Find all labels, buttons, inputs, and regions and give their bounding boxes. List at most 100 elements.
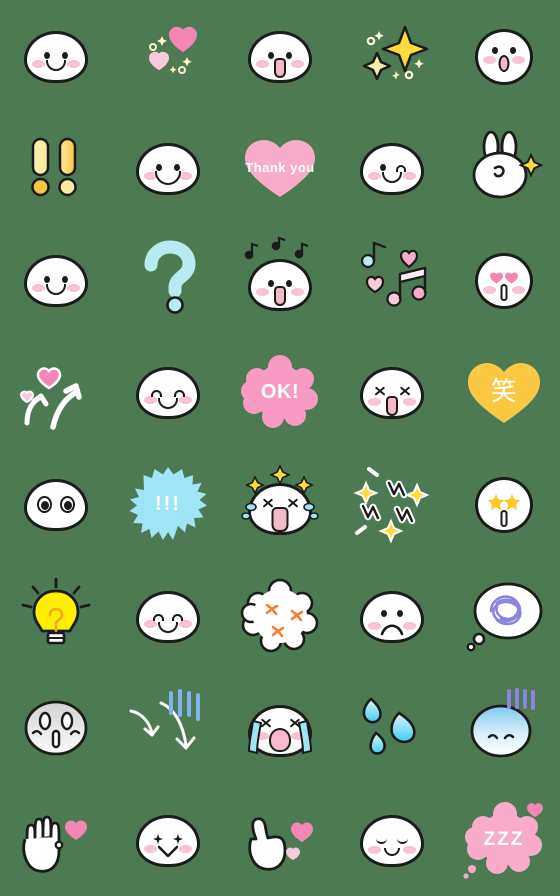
face-blob: [24, 255, 88, 307]
emoji-cell-pink-hearts-sparkle[interactable]: [112, 0, 224, 112]
grin-face: [125, 125, 211, 211]
heart-eye-right: [505, 272, 518, 284]
emoji-cell-sobbing-face[interactable]: [224, 672, 336, 784]
sparkle-eyes-face: [125, 797, 211, 883]
sad-frown-face: [349, 573, 435, 659]
emoji-cell-sweat-drops[interactable]: [336, 672, 448, 784]
exclamation-burst: !!!: [125, 461, 211, 547]
bar-mouth: [500, 510, 508, 527]
face-blob: [24, 479, 88, 531]
heart-music-notes: [349, 237, 435, 323]
emoji-cell-warau-heart[interactable]: 笑: [448, 336, 560, 448]
bunny-icon: [472, 130, 544, 199]
star-eye-right: [504, 494, 520, 510]
smiling-face: [13, 13, 99, 99]
smiling-arc-eyes-face: [125, 573, 211, 659]
eye-left: [492, 47, 498, 54]
emoji-cell-www-laugh-stars[interactable]: [336, 448, 448, 560]
emoji-cell-bunny-with-star[interactable]: [448, 112, 560, 224]
double-exclamation-icon: [31, 137, 77, 197]
sleeping-eye-left: [376, 838, 387, 844]
sweat-drops: [349, 685, 435, 771]
arc-eye-left: [153, 614, 164, 621]
emoji-cell-zzz-sleep-cloud[interactable]: ZZZ: [448, 784, 560, 896]
emoji-cell-sad-frown-face[interactable]: [336, 560, 448, 672]
arc-eye-right: [172, 614, 183, 621]
emoji-cell-smiling-face-2[interactable]: [0, 224, 112, 336]
cheek-right: [403, 398, 416, 406]
shocked-face-icon: [24, 700, 88, 756]
cheek-left: [144, 845, 157, 853]
sobbing-face: [237, 685, 323, 771]
emoji-cell-gloomy-blue-face[interactable]: [448, 672, 560, 784]
emoji-cell-smiling-arc-eyes-face[interactable]: [112, 560, 224, 672]
emoji-cell-down-arrows[interactable]: [112, 672, 224, 784]
emoji-cell-star-eyes-face[interactable]: [448, 448, 560, 560]
eye-left: [381, 610, 387, 617]
scribble-thought-bubble: [461, 573, 547, 659]
emoji-cell-heart-music-notes[interactable]: [336, 224, 448, 336]
emoji-cell-singing-face-notes[interactable]: [224, 224, 336, 336]
face-blob: [24, 31, 88, 83]
emoji-cell-heart-eyes-face[interactable]: [448, 224, 560, 336]
tongue-mouth: [274, 58, 286, 78]
emoji-cell-winking-face[interactable]: [336, 112, 448, 224]
emoji-cell-scribble-thought-bubble[interactable]: [448, 560, 560, 672]
eye-left: [44, 52, 50, 59]
face-blob: [136, 143, 200, 195]
music-notes-icon: [244, 236, 309, 260]
lightbulb-idea: [13, 573, 99, 659]
pink-hearts-sparkle: [125, 13, 211, 99]
cheek-right: [67, 60, 80, 68]
emoji-cell-open-mouth-tongue-face[interactable]: [224, 0, 336, 112]
face-blob: [360, 591, 424, 643]
hearts-sparkles-icon: [148, 26, 198, 74]
sparkle-eye-left: [153, 834, 163, 844]
tear-stars-icon: [241, 464, 319, 520]
cheek-right: [67, 284, 80, 292]
emoji-cell-laughing-x-eyes-face[interactable]: [336, 336, 448, 448]
emoji-cell-ok-badge[interactable]: OK!: [224, 336, 336, 448]
emoji-cell-happy-closed-eyes-face[interactable]: [112, 336, 224, 448]
emoji-cell-thumbs-up-hearts[interactable]: [224, 784, 336, 896]
emoji-cell-lightbulb-idea[interactable]: [0, 560, 112, 672]
emoji-cell-angry-cloud[interactable]: [224, 560, 336, 672]
cheek-right: [403, 172, 416, 180]
eye-left: [268, 52, 274, 59]
closed-eye-left: [151, 390, 162, 397]
emoji-cell-big-eyes-face[interactable]: [0, 448, 112, 560]
emoji-cell-yellow-sparkles[interactable]: [336, 0, 448, 112]
emoji-cell-grin-face[interactable]: [112, 112, 224, 224]
cheek-left: [483, 286, 496, 294]
emoji-cell-smiling-face[interactable]: [0, 0, 112, 112]
emoji-cell-thank-you-heart[interactable]: Thank you: [224, 112, 336, 224]
open-mouth-tongue: [386, 396, 398, 416]
emoji-cell-heart-arrows-up[interactable]: [0, 336, 112, 448]
bunny-with-star: [461, 125, 547, 211]
thank-you-heart: Thank you: [237, 125, 323, 211]
thumbs-up-hearts: [237, 797, 323, 883]
emoji-cell-crying-laughing-stars[interactable]: [224, 448, 336, 560]
cheek-left: [144, 396, 157, 404]
oval-mouth: [498, 55, 510, 72]
emoji-cell-sleeping-peaceful-face[interactable]: [336, 784, 448, 896]
cheek-left: [368, 172, 381, 180]
winking-face: [349, 125, 435, 211]
emoji-cell-sparkle-eyes-face[interactable]: [112, 784, 224, 896]
emoji-cell-waving-hand-heart[interactable]: [0, 784, 112, 896]
emoji-cell-question-mark[interactable]: [112, 224, 224, 336]
emoji-cell-surprised-oval-mouth-face[interactable]: [448, 0, 560, 112]
heart-music-notes-icon: [360, 241, 427, 307]
heart-shape-icon: [245, 140, 315, 197]
sparkle-icon: [362, 25, 429, 81]
waving-hand-icon: [22, 815, 87, 873]
cheek-left: [32, 60, 45, 68]
emoji-cell-exclamation-burst[interactable]: !!!: [112, 448, 224, 560]
cheek-right: [179, 396, 192, 404]
cheek-right: [403, 622, 416, 630]
emoji-cell-double-exclamation[interactable]: [0, 112, 112, 224]
angry-cloud: [237, 573, 323, 659]
emoji-cell-shocked-gray-face[interactable]: [0, 672, 112, 784]
cheek-left: [144, 620, 157, 628]
star-eyes-face: [461, 461, 547, 547]
